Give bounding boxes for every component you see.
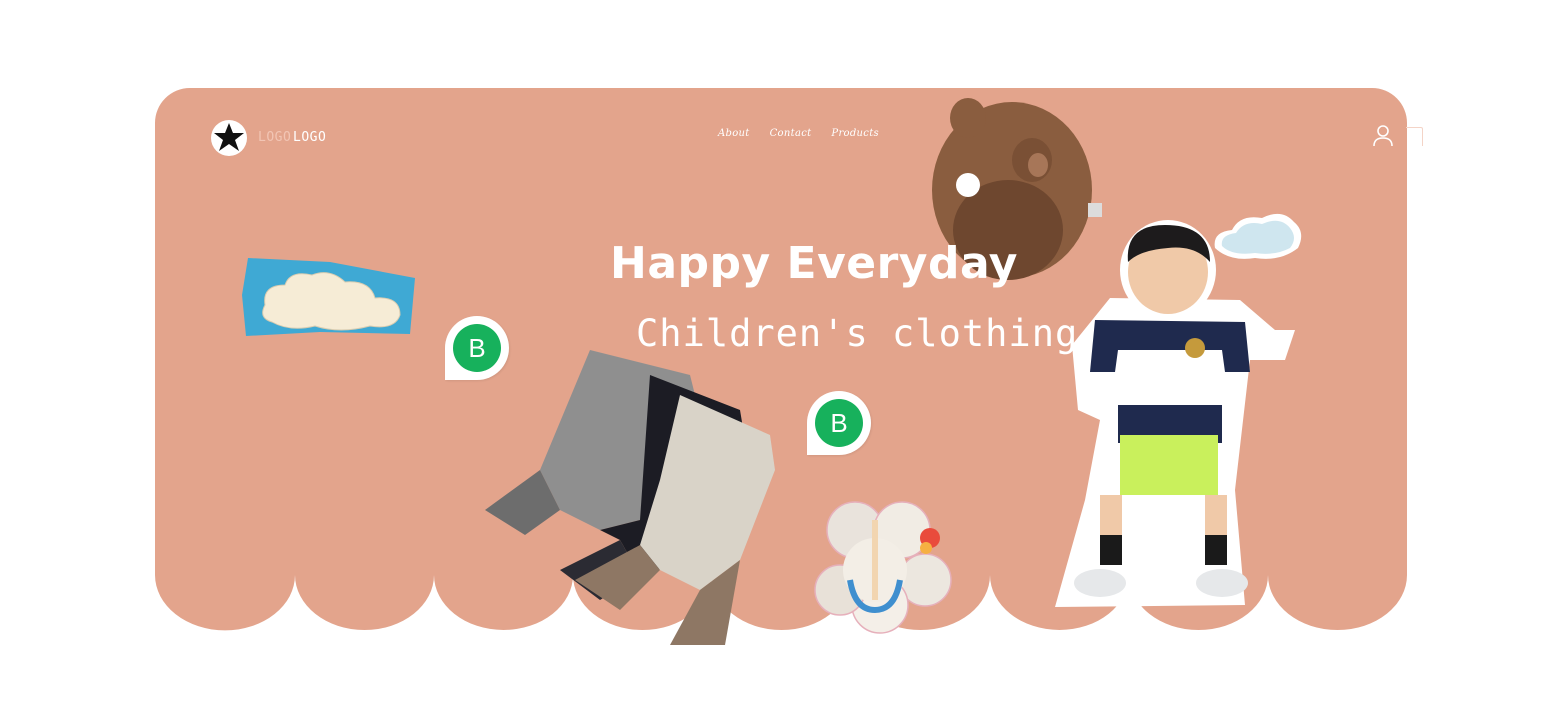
- cloud-sticker-small: [1214, 213, 1302, 259]
- hero-title: Happy Everyday: [610, 238, 1018, 289]
- b-badge-1[interactable]: B: [445, 316, 509, 380]
- nav-about[interactable]: About: [718, 128, 750, 139]
- main-nav: About Contact Products: [718, 128, 879, 139]
- hero-illustrations: [242, 98, 1302, 645]
- logo-text[interactable]: LOGO: [293, 130, 326, 145]
- b-badge-2[interactable]: B: [807, 391, 871, 455]
- child-model-image: [1055, 220, 1295, 607]
- flower-sticker-image: [814, 501, 952, 634]
- cloud-sticker-blue: [242, 258, 415, 336]
- b-badge-1-label: B: [453, 324, 501, 372]
- nav-products[interactable]: Products: [831, 128, 879, 139]
- logo-text-faded: LOGO: [258, 130, 292, 145]
- page: LOGO LOGO About Contact Products Happy E…: [0, 0, 1558, 712]
- star-logo-icon: [214, 123, 244, 151]
- b-badge-2-label: B: [815, 399, 863, 447]
- logo-badge[interactable]: [211, 120, 247, 156]
- hero-subtitle: Children's clothing: [636, 312, 1079, 355]
- nav-contact[interactable]: Contact: [770, 128, 812, 139]
- cart-icon[interactable]: [1406, 127, 1423, 146]
- leggings-image: [485, 350, 775, 645]
- user-icon[interactable]: [1372, 124, 1394, 148]
